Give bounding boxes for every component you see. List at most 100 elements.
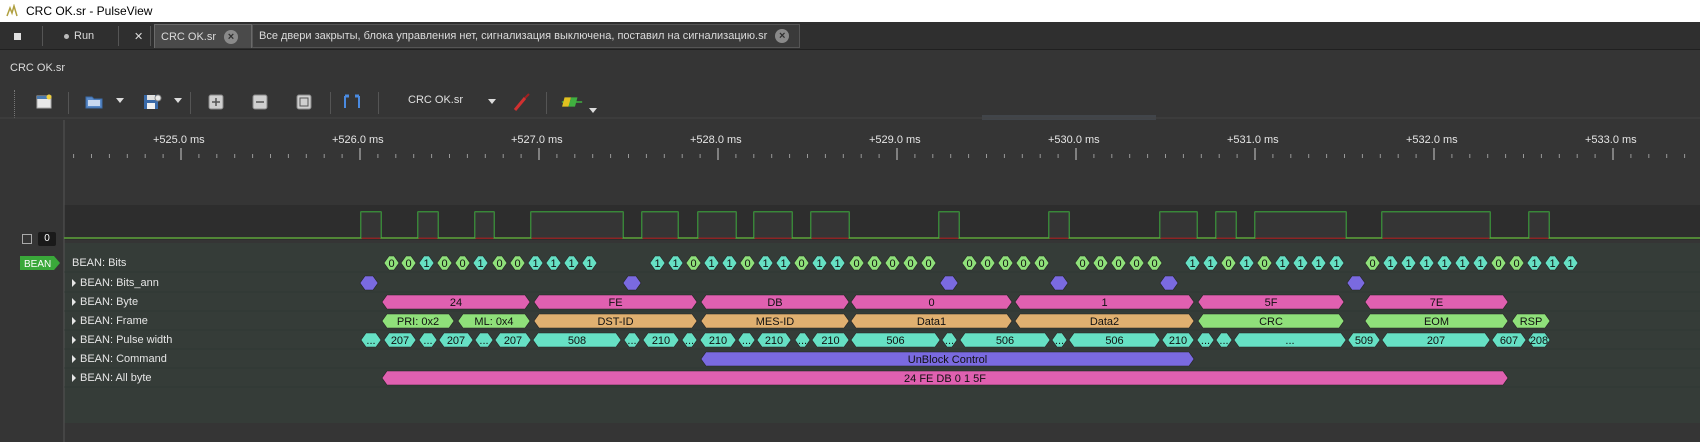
bit-annotation[interactable]: 1 xyxy=(721,255,738,271)
bit-annotation[interactable]: 1 xyxy=(1418,255,1435,271)
bit-annotation[interactable]: 1 xyxy=(563,255,580,271)
bit-annotation[interactable]: 1 xyxy=(1382,255,1399,271)
logic-channel-index[interactable]: 0 xyxy=(38,232,56,246)
pulse-width-annotation[interactable]: 506 xyxy=(1068,332,1161,348)
bit-marker[interactable] xyxy=(939,275,959,291)
bit-annotation[interactable]: 1 xyxy=(667,255,684,271)
bit-annotation[interactable]: 0 xyxy=(436,255,453,271)
tab-run[interactable]: Run xyxy=(58,24,100,48)
pulse-width-annotation[interactable]: ... xyxy=(737,332,756,348)
close-icon[interactable]: × xyxy=(775,29,790,43)
settings-tab-button[interactable]: ✕ xyxy=(128,24,149,48)
bit-annotation[interactable]: 1 xyxy=(472,255,489,271)
bit-annotation[interactable]: 0 xyxy=(1508,255,1525,271)
byte-annotation[interactable]: DB xyxy=(700,294,850,310)
bit-annotation[interactable]: 0 xyxy=(979,255,996,271)
decoder-dropdown-icon[interactable] xyxy=(589,108,597,113)
frame-annotation[interactable]: RSP xyxy=(1511,313,1551,329)
bit-annotation[interactable]: 0 xyxy=(1364,255,1381,271)
bit-annotation[interactable]: 0 xyxy=(454,255,471,271)
pulse-width-annotation[interactable]: 506 xyxy=(850,332,941,348)
pulse-width-annotation[interactable]: 207 xyxy=(438,332,474,348)
pulse-width-annotation[interactable]: ... xyxy=(474,332,494,348)
zoom-fit-button[interactable] xyxy=(292,91,316,113)
pulse-width-annotation[interactable]: ... xyxy=(1233,332,1347,348)
decoder-row-label[interactable]: BEAN: Bits xyxy=(72,256,126,270)
bit-annotation[interactable]: 0 xyxy=(1146,255,1163,271)
bit-marker[interactable] xyxy=(1159,275,1179,291)
decoder-row-label[interactable]: BEAN: Pulse width xyxy=(72,333,172,347)
pulse-width-annotation[interactable]: ... xyxy=(418,332,438,348)
bit-annotation[interactable]: 1 xyxy=(581,255,598,271)
bit-annotation[interactable]: 1 xyxy=(1436,255,1453,271)
probe-config-button[interactable] xyxy=(510,91,534,113)
bit-annotation[interactable]: 0 xyxy=(1128,255,1145,271)
expand-arrow-icon[interactable] xyxy=(72,336,76,344)
logic-channel-icon[interactable] xyxy=(22,234,32,244)
bit-annotation[interactable]: 1 xyxy=(527,255,544,271)
bit-annotation[interactable]: 0 xyxy=(961,255,978,271)
bit-annotation[interactable]: 1 xyxy=(1472,255,1489,271)
tab-crc-ok[interactable]: CRC OK.sr × xyxy=(154,24,252,48)
bit-annotation[interactable]: 0 xyxy=(739,255,756,271)
bit-annotation[interactable]: 0 xyxy=(866,255,883,271)
pulse-width-annotation[interactable]: ... xyxy=(1215,332,1233,348)
expand-arrow-icon[interactable] xyxy=(72,279,76,287)
frame-annotation[interactable]: Data2 xyxy=(1014,313,1195,329)
bit-annotation[interactable]: 1 xyxy=(1328,255,1345,271)
bit-annotation[interactable]: 1 xyxy=(757,255,774,271)
device-select[interactable]: CRC OK.sr xyxy=(408,94,463,106)
bit-annotation[interactable]: 0 xyxy=(1092,255,1109,271)
bit-marker[interactable] xyxy=(1049,275,1069,291)
bit-marker[interactable] xyxy=(622,275,642,291)
byte-annotation[interactable]: FE xyxy=(533,294,698,310)
bit-annotation[interactable]: 0 xyxy=(1220,255,1237,271)
pulse-width-annotation[interactable]: 210 xyxy=(1161,332,1195,348)
bit-annotation[interactable]: 0 xyxy=(1074,255,1091,271)
bean-decoder-badge[interactable]: BEAN xyxy=(20,256,62,270)
pulse-width-annotation[interactable]: 208 xyxy=(1527,332,1551,348)
close-icon[interactable]: × xyxy=(224,29,238,44)
frame-annotation[interactable]: Data1 xyxy=(850,313,1013,329)
bit-annotation[interactable]: 1 xyxy=(1544,255,1561,271)
bit-annotation[interactable]: 0 xyxy=(884,255,901,271)
open-button[interactable] xyxy=(82,91,106,113)
save-button[interactable] xyxy=(140,91,164,113)
bit-annotation[interactable]: 1 xyxy=(1526,255,1543,271)
bit-annotation[interactable]: 0 xyxy=(920,255,937,271)
frame-annotation[interactable]: CRC xyxy=(1197,313,1345,329)
bit-annotation[interactable]: 1 xyxy=(1310,255,1327,271)
pulse-width-annotation[interactable]: 506 xyxy=(959,332,1051,348)
bit-annotation[interactable]: 1 xyxy=(1274,255,1291,271)
pulse-width-annotation[interactable]: 210 xyxy=(642,332,680,348)
frame-annotation[interactable]: ML: 0x4 xyxy=(457,313,531,329)
pulse-width-annotation[interactable]: ... xyxy=(360,332,382,348)
bit-annotation[interactable]: 1 xyxy=(1562,255,1579,271)
pulse-width-annotation[interactable]: 210 xyxy=(811,332,850,348)
bit-annotation[interactable]: 0 xyxy=(848,255,865,271)
pulse-width-annotation[interactable]: ... xyxy=(1196,332,1215,348)
device-dropdown-icon[interactable] xyxy=(488,99,496,104)
pulse-width-annotation[interactable]: ... xyxy=(794,332,811,348)
stop-tab-button[interactable] xyxy=(8,24,27,48)
bit-annotation[interactable]: 1 xyxy=(1400,255,1417,271)
pulse-width-annotation[interactable]: 607 xyxy=(1491,332,1527,348)
bit-annotation[interactable]: 0 xyxy=(793,255,810,271)
bit-annotation[interactable]: 1 xyxy=(703,255,720,271)
bit-marker[interactable] xyxy=(1346,275,1366,291)
pulse-width-annotation[interactable]: 210 xyxy=(699,332,737,348)
frame-annotation[interactable]: DST-ID xyxy=(533,313,698,329)
expand-arrow-icon[interactable] xyxy=(72,298,76,306)
bit-annotation[interactable]: 1 xyxy=(811,255,828,271)
bit-annotation[interactable]: 0 xyxy=(1033,255,1050,271)
new-view-button[interactable] xyxy=(32,91,56,113)
pulse-width-annotation[interactable]: 207 xyxy=(383,332,417,348)
bit-annotation[interactable]: 1 xyxy=(775,255,792,271)
open-dropdown-icon[interactable] xyxy=(116,98,124,103)
decoder-row-label[interactable]: BEAN: All byte xyxy=(72,371,152,385)
bit-annotation[interactable]: 0 xyxy=(1490,255,1507,271)
byte-annotation[interactable]: 24 xyxy=(381,294,531,310)
decoder-row-label[interactable]: BEAN: Byte xyxy=(72,295,138,309)
frame-annotation[interactable]: MES-ID xyxy=(700,313,850,329)
cursor-button[interactable] xyxy=(340,91,364,113)
